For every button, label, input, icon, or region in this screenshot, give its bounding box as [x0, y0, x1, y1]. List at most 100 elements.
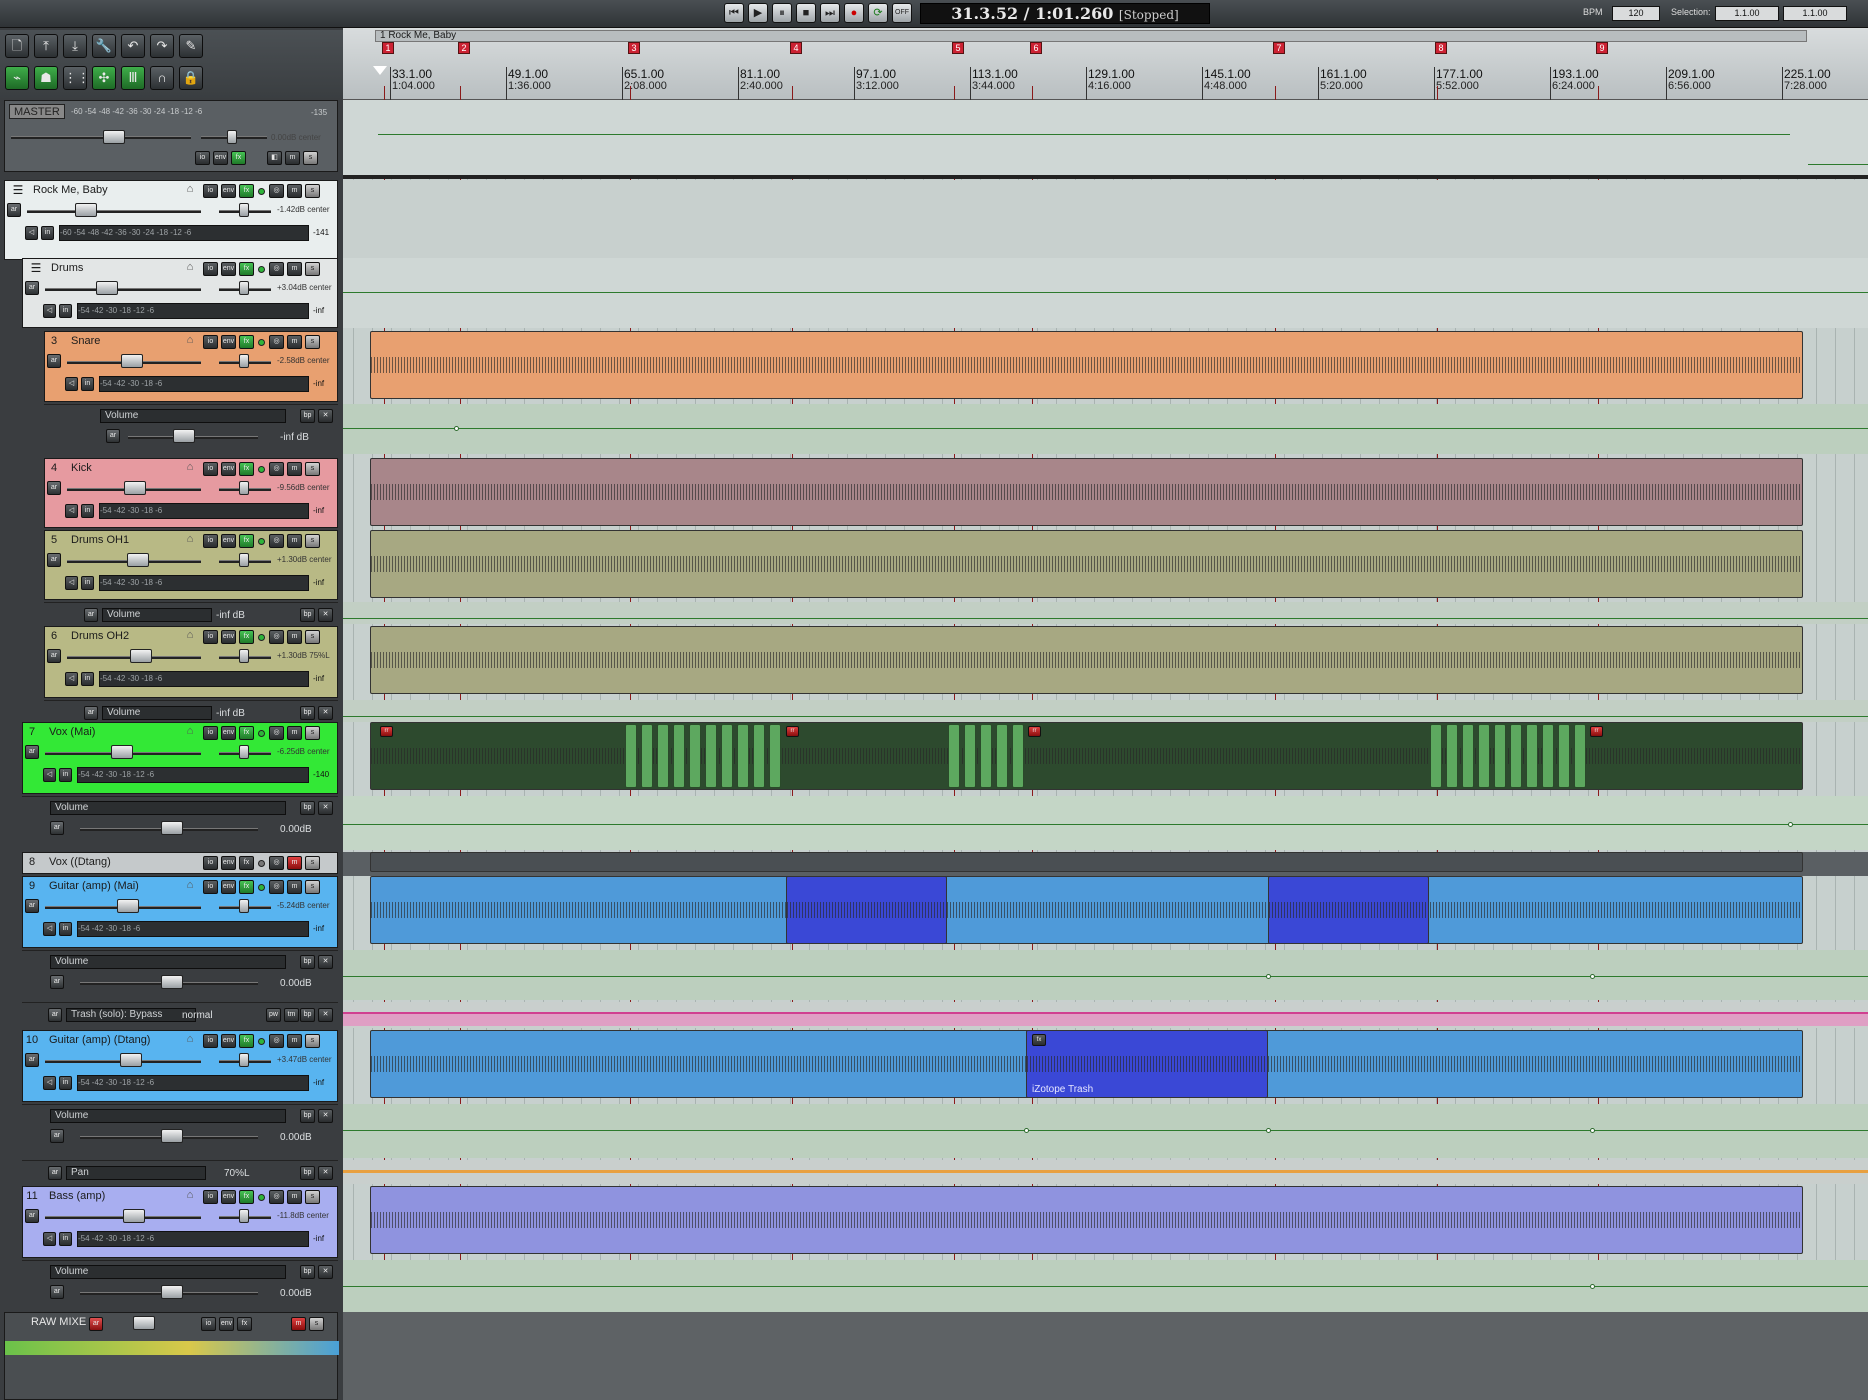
vox-item-slice[interactable]: [737, 724, 749, 788]
volume-fader-knob[interactable]: [123, 1209, 145, 1223]
vox-item-slice[interactable]: [1012, 724, 1024, 788]
track-4[interactable]: 4 Kick ⌂ io env fx ◎ m s ar -9.56dB center ◁ in -54 -…: [44, 458, 338, 528]
guitar-mai-selected-1[interactable]: [786, 876, 947, 944]
track-name[interactable]: Guitar (amp) (Mai): [45, 879, 161, 894]
pan-knob[interactable]: [239, 281, 249, 295]
vox-item-slice[interactable]: [721, 724, 733, 788]
record-monitor-button[interactable]: ◎: [269, 262, 284, 276]
record-arm-button[interactable]: ar: [25, 899, 39, 913]
track-fx-button[interactable]: fx: [239, 534, 254, 548]
item-record-icon[interactable]: rr: [786, 726, 799, 737]
record-arm-button[interactable]: ar: [47, 481, 61, 495]
record-monitor-button[interactable]: ◎: [269, 880, 284, 894]
track-io-button[interactable]: io: [203, 184, 218, 198]
envelope-close-button[interactable]: ✕: [318, 409, 333, 423]
oh1-region[interactable]: [370, 530, 1803, 598]
vox-item-slice[interactable]: [769, 724, 781, 788]
track-9[interactable]: 9 Guitar (amp) (Mai) ⌂ io env fx ◎ m s ar -5.24dB …: [22, 876, 338, 948]
vox-item-slice[interactable]: [1446, 724, 1458, 788]
envelope-arm-button[interactable]: ar: [50, 975, 64, 989]
envelope-tm-button[interactable]: tm: [284, 1008, 299, 1022]
envelope-point[interactable]: [1024, 1128, 1029, 1133]
envelope-arm-button[interactable]: ar: [50, 1129, 64, 1143]
redo-icon[interactable]: ↷: [150, 34, 174, 58]
record-monitor-button[interactable]: ◎: [269, 462, 284, 476]
playhead-triangle-icon[interactable]: [373, 66, 387, 75]
envelope-point[interactable]: [454, 426, 459, 431]
bpm-field[interactable]: 120: [1612, 6, 1660, 21]
vox-item-slice[interactable]: [1494, 724, 1506, 788]
track-env-button[interactable]: env: [221, 534, 236, 548]
volume-slider[interactable]: [27, 210, 201, 213]
envelope-arm-button[interactable]: ar: [50, 1285, 64, 1299]
selection-start-field[interactable]: 1.1.00: [1715, 6, 1779, 21]
envelope-arm-button[interactable]: ar: [84, 608, 98, 622]
track-mute-button[interactable]: m: [287, 630, 302, 644]
track-name[interactable]: Kick: [67, 461, 161, 476]
lock-icon[interactable]: 🔒: [179, 66, 203, 90]
track-in-button[interactable]: in: [59, 1232, 72, 1246]
track-fx-button[interactable]: fx: [239, 880, 254, 894]
time-display[interactable]: 31.3.52 / 1:01.260 [Stopped]: [920, 3, 1210, 24]
record-monitor-button[interactable]: ◎: [269, 630, 284, 644]
envelope-name[interactable]: Volume: [50, 801, 286, 815]
envelope-close-button[interactable]: ✕: [318, 608, 333, 622]
track-solo-button[interactable]: s: [305, 880, 320, 894]
vox-item-slice[interactable]: [980, 724, 992, 788]
go-to-start-button[interactable]: ⏮: [724, 3, 744, 23]
track-solo-button[interactable]: s: [305, 1034, 320, 1048]
raw-mix-mute-button[interactable]: m: [291, 1317, 306, 1331]
envelope-arm-button[interactable]: ar: [48, 1008, 62, 1022]
vox-item-slice[interactable]: [964, 724, 976, 788]
vox-item-slice[interactable]: [1510, 724, 1522, 788]
track-io-button[interactable]: io: [203, 262, 218, 276]
track-mute-button[interactable]: m: [287, 856, 302, 870]
phase-icon[interactable]: ⌂: [183, 261, 197, 273]
envelope-point[interactable]: [1590, 1284, 1595, 1289]
item-record-icon[interactable]: rr: [380, 726, 393, 737]
track-name[interactable]: Bass (amp): [45, 1189, 161, 1204]
track-mute-button[interactable]: m: [287, 1034, 302, 1048]
envelope-arm-button[interactable]: ar: [84, 706, 98, 720]
envelope-bypass-button[interactable]: bp: [300, 1265, 315, 1279]
track-solo-button[interactable]: s: [305, 462, 320, 476]
record-button[interactable]: ●: [844, 3, 864, 23]
track-in-button[interactable]: in: [81, 377, 94, 391]
track-in-button[interactable]: in: [59, 304, 72, 318]
envelope-arm-button[interactable]: ar: [106, 429, 120, 443]
vox-item-slice[interactable]: [641, 724, 653, 788]
envelope-bypass-button[interactable]: bp: [300, 801, 315, 815]
vox-item-slice[interactable]: [948, 724, 960, 788]
go-to-end-button[interactable]: ⏭: [820, 3, 840, 23]
pause-button[interactable]: ⏸: [772, 3, 792, 23]
track-3[interactable]: 3 Snare ⌂ io env fx ◎ m s ar -2.58dB center ◁ in -54 …: [44, 331, 338, 402]
envelope-value-knob[interactable]: [161, 821, 183, 835]
stop-button[interactable]: ■: [796, 3, 816, 23]
vox-item-slice[interactable]: [1558, 724, 1570, 788]
master-volume-knob[interactable]: [103, 130, 125, 144]
raw-mix-env-button[interactable]: env: [219, 1317, 234, 1331]
track-fx-button[interactable]: fx: [239, 1190, 254, 1204]
envelope-arm-button[interactable]: ar: [48, 1166, 62, 1180]
envelope-name[interactable]: Trash (solo): Bypass: [66, 1008, 196, 1022]
track-io-button[interactable]: io: [203, 856, 218, 870]
record-monitor-button[interactable]: ◎: [269, 184, 284, 198]
vox-item-slice[interactable]: [1542, 724, 1554, 788]
pan-knob[interactable]: [239, 203, 249, 217]
pan-knob[interactable]: [239, 899, 249, 913]
pan-knob[interactable]: [239, 1209, 249, 1223]
phase-icon[interactable]: ⌂: [183, 725, 197, 737]
track-solo-button[interactable]: s: [305, 726, 320, 740]
marker-6[interactable]: 6: [1030, 42, 1042, 54]
guitar-mai-region[interactable]: [370, 876, 1803, 944]
envelope-lane-guitar_mai_volume[interactable]: Volume ar 0.00dB bp ✕: [22, 950, 338, 1000]
record-arm-button[interactable]: ar: [47, 553, 61, 567]
track-mute-button[interactable]: m: [287, 880, 302, 894]
volume-fader-knob[interactable]: [127, 553, 149, 567]
record-arm-button[interactable]: ar: [47, 354, 61, 368]
track-io-button[interactable]: io: [203, 1190, 218, 1204]
metronome-icon[interactable]: ⌁: [5, 66, 29, 90]
oh2-region[interactable]: [370, 626, 1803, 694]
record-monitor-button[interactable]: ◎: [269, 856, 284, 870]
autoscroll-off-button[interactable]: OFF: [892, 3, 912, 23]
